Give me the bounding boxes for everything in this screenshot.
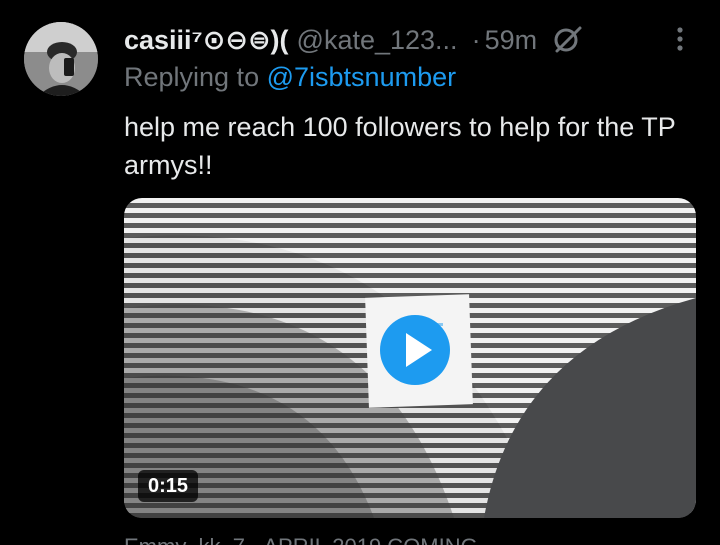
more-options-icon[interactable] (674, 24, 686, 54)
next-tweet-preview: Emmy_kk_7 · APRIL 2019 COMING (124, 534, 478, 545)
separator-dot: · (471, 24, 481, 55)
replying-prefix: Replying to (124, 62, 260, 92)
replying-mention-link[interactable]: @7isbtsnumber (267, 62, 457, 92)
grok-icon[interactable] (551, 23, 585, 57)
user-handle[interactable]: @kate_123... (297, 25, 458, 56)
replying-to: Replying to @7isbtsnumber (124, 62, 456, 93)
play-icon[interactable] (376, 311, 454, 389)
tweet-text: help me reach 100 followers to help for … (124, 112, 676, 180)
tweet[interactable]: casiii⁷⊙⊖⊜)( @kate_123... · 59m Replying… (0, 0, 720, 545)
tweet-timestamp[interactable]: 59m (485, 25, 538, 56)
display-name[interactable]: casiii⁷⊙⊖⊜)( (124, 25, 289, 56)
avatar[interactable] (24, 22, 98, 96)
tweet-header: casiii⁷⊙⊖⊜)( @kate_123... · 59m (124, 22, 684, 58)
video-duration-badge: 0:15 (138, 470, 199, 502)
video-media[interactable]: 0:15 (124, 198, 696, 518)
